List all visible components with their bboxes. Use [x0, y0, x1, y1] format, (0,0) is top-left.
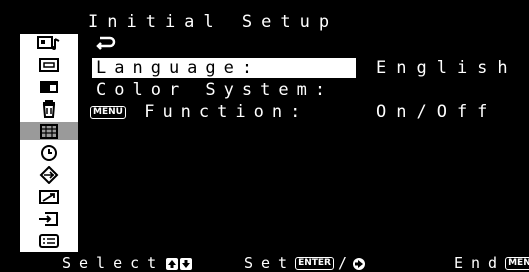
set-label: Set [244, 254, 296, 272]
language-value: English [376, 58, 518, 78]
end-menu-key-tag: MENU [505, 257, 529, 270]
function-value: On/Off [376, 102, 498, 122]
list-icon[interactable] [20, 232, 78, 250]
input-select-icon[interactable] [20, 210, 78, 228]
menu-row-function[interactable]: MENU Function: [90, 102, 308, 122]
function-label: Function: [144, 102, 309, 122]
trend-icon[interactable] [20, 188, 78, 206]
language-label: Language: [92, 58, 356, 78]
picture-sound-icon[interactable] [20, 34, 78, 52]
menu-row-color-system[interactable]: Color System: [92, 80, 333, 100]
clock-icon[interactable] [20, 144, 78, 162]
footer-set: Set ENTER / [244, 254, 366, 272]
up-key-icon [166, 257, 179, 270]
footer-help-bar: Select SetENTER / EndMENU [0, 252, 529, 272]
right-key-icon [353, 257, 366, 270]
footer-end: EndMENU [454, 254, 529, 272]
pip-icon[interactable] [20, 78, 78, 96]
enter-key-tag: ENTER [295, 257, 334, 270]
end-label: End [454, 254, 506, 272]
osd-screen: Initial Setup Language: English Color Sy… [0, 0, 529, 272]
trash-can-icon[interactable] [20, 100, 78, 118]
input-arrow-icon[interactable] [20, 166, 78, 184]
screen-icon[interactable] [20, 56, 78, 74]
footer-select: Select [62, 254, 193, 272]
page-title: Initial Setup [88, 12, 339, 32]
menu-row-language[interactable]: Language: [92, 58, 356, 78]
down-key-icon [180, 257, 193, 270]
color-system-label: Color System: [96, 80, 334, 100]
back-arrow-icon[interactable] [96, 34, 118, 56]
set-slash: / [338, 254, 348, 272]
setup-icon[interactable] [20, 122, 78, 140]
menu-key-tag: MENU [90, 105, 126, 119]
sidebar [20, 34, 78, 252]
select-label: Select [62, 254, 165, 272]
